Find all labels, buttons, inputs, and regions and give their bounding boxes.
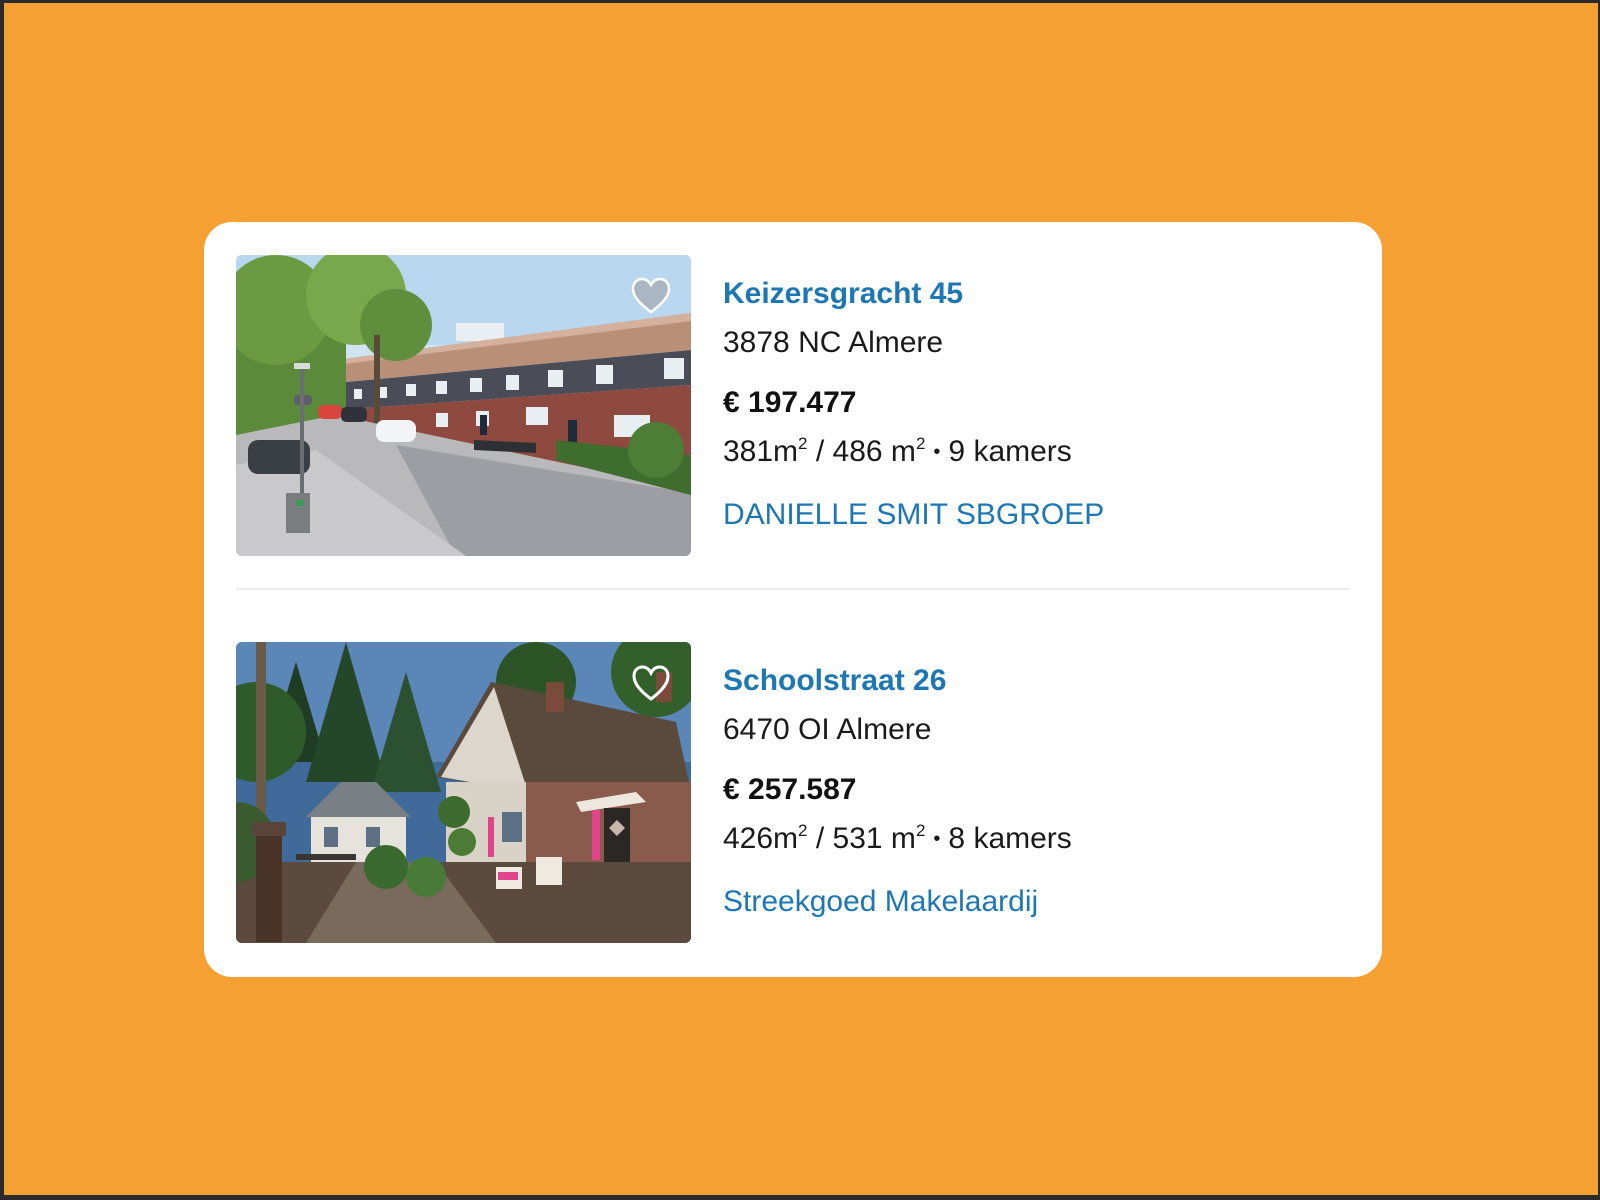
living-area: 381m — [723, 435, 799, 468]
bullet-separator: • — [933, 441, 941, 463]
living-area: 426m — [723, 822, 799, 855]
listing-item[interactable]: Schoolstraat 26 6470 OI Almere € 257.587… — [236, 642, 1350, 943]
listing-specs: 426m2 / 531 m2 • 8 kamers — [723, 820, 1072, 858]
area-unit-superscript: 2 — [798, 821, 808, 840]
area-separator: / — [815, 435, 825, 468]
listing-price: € 197.477 — [723, 386, 857, 419]
bullet-separator: • — [933, 828, 941, 850]
listings-card: Keizersgracht 45 3878 NC Almere € 197.47… — [204, 222, 1382, 977]
listing-item[interactable]: Keizersgracht 45 3878 NC Almere € 197.47… — [236, 255, 1350, 556]
area-separator: / — [815, 822, 825, 855]
listing-address: 6470 OI Almere — [723, 713, 932, 746]
listing-photo[interactable] — [236, 642, 691, 943]
agent-link[interactable]: DANIELLE SMIT SBGROEP — [723, 496, 1104, 534]
listing-info: Schoolstraat 26 6470 OI Almere € 257.587… — [723, 642, 1072, 921]
listing-divider — [236, 588, 1350, 590]
listing-title-link[interactable]: Schoolstraat 26 — [723, 662, 1072, 700]
area-unit-superscript: 2 — [915, 821, 926, 840]
listing-info: Keizersgracht 45 3878 NC Almere € 197.47… — [723, 255, 1104, 534]
plot-area: 486 m — [832, 435, 916, 468]
row-houses-photo — [236, 255, 691, 556]
heart-outline-icon[interactable] — [631, 664, 671, 704]
plot-area: 531 m — [832, 822, 916, 855]
listing-specs: 381m2 / 486 m2 • 9 kamers — [723, 433, 1104, 471]
page-background: Keizersgracht 45 3878 NC Almere € 197.47… — [4, 3, 1598, 1195]
room-count: 8 kamers — [948, 822, 1072, 855]
agent-link[interactable]: Streekgoed Makelaardij — [723, 883, 1072, 921]
area-unit-superscript: 2 — [798, 434, 808, 453]
listing-title-link[interactable]: Keizersgracht 45 — [723, 275, 1104, 313]
area-unit-superscript: 2 — [915, 434, 926, 453]
listing-address: 3878 NC Almere — [723, 326, 944, 359]
cottage-garden-photo — [236, 642, 691, 943]
room-count: 9 kamers — [948, 435, 1072, 468]
heart-filled-icon[interactable] — [631, 277, 671, 317]
listing-photo[interactable] — [236, 255, 691, 556]
listing-price: € 257.587 — [723, 773, 857, 806]
